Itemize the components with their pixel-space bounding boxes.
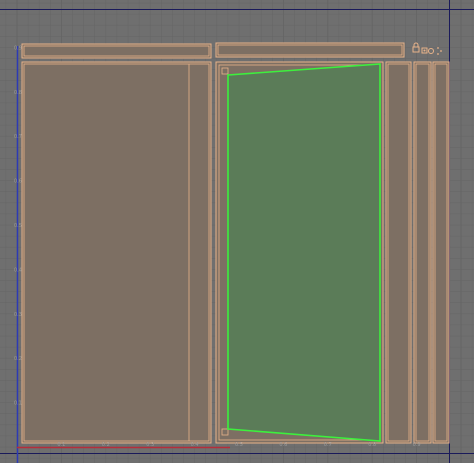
uv-island-large-left[interactable] [21,61,212,444]
u-tick-label: 0.8 [368,442,376,448]
uv-island-column-1[interactable] [385,61,412,444]
v-tick-label: 0.1 [14,401,22,407]
uv-editor-viewport[interactable]: 0.1 0.2 0.3 0.4 0.5 0.6 0.7 0.8 0.9 0.9 0.8 0.7 0.6… [0,0,474,463]
u-tick-label: 0.1 [57,442,65,448]
u-tick-label: 0.6 [279,442,287,448]
uv-canvas[interactable]: 0.1 0.2 0.3 0.4 0.5 0.6 0.7 0.8 0.9 0.9 0.8 0.7 0.6… [0,0,474,463]
v-tick-label: 0.3 [14,312,22,318]
uv-island-column-2[interactable] [413,61,432,444]
v-tick-label: 0.9 [14,45,22,51]
uv-selected-face[interactable] [227,63,381,442]
lock-icon[interactable] [412,42,420,53]
uv-island-corner-top [221,67,229,75]
v-tick-label: 0.7 [14,134,22,140]
v-tick-label: 0.5 [14,223,22,229]
u-tick-label: 0.2 [102,442,110,448]
uv-island-corner-bottom [221,428,229,436]
v-tick-label: 0.2 [14,356,22,362]
v-tick-label: 0.8 [14,90,22,96]
u-tick-label: 0.7 [324,442,332,448]
u-tick-label: 0.4 [191,442,199,448]
pivot-icon[interactable] [428,47,442,55]
u-tick-label: 0.9 [413,442,421,448]
v-tick-label: 0.4 [14,267,22,273]
u-tick-label: 0.5 [235,442,243,448]
u-tick-label: 0.3 [146,442,154,448]
v-tick-label: 0.6 [14,179,22,185]
cursor-2d-icon[interactable] [421,47,428,54]
